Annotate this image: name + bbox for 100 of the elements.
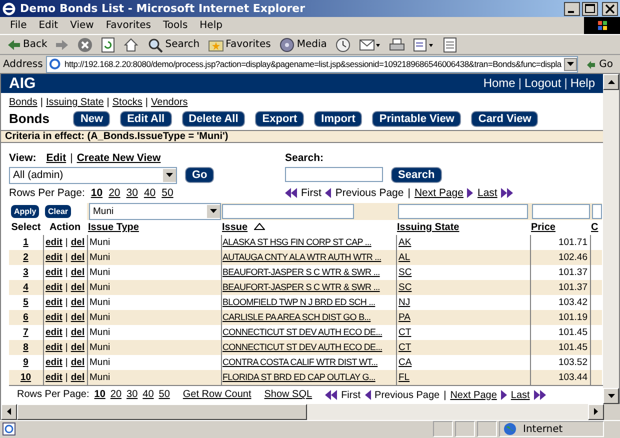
- up-arrow-icon[interactable]: [608, 80, 614, 84]
- column-header[interactable]: Issue: [222, 222, 248, 233]
- close-icon[interactable]: [602, 2, 618, 16]
- edit-link[interactable]: edit: [46, 296, 62, 308]
- action-button[interactable]: Edit All: [120, 110, 172, 127]
- clear-button[interactable]: Clear: [45, 204, 72, 218]
- delete-link[interactable]: del: [70, 312, 85, 323]
- double-right-arrow-icon[interactable]: [501, 188, 514, 198]
- edit-link[interactable]: edit: [46, 372, 62, 383]
- state-link[interactable]: CT: [398, 326, 412, 338]
- page-size-link[interactable]: 40: [144, 186, 156, 199]
- caret-icon[interactable]: [210, 209, 217, 214]
- refresh-icon[interactable]: [101, 36, 116, 53]
- column-header[interactable]: Issue Type: [88, 222, 139, 233]
- home-icon[interactable]: [123, 36, 140, 53]
- state-link[interactable]: SC: [398, 266, 412, 278]
- edit-link[interactable]: edit: [46, 356, 62, 368]
- issue-link[interactable]: BEAUFORT-JASPER S C WTR & SWR ...: [222, 267, 380, 278]
- delete-link[interactable]: del: [70, 296, 85, 308]
- page-size-link[interactable]: 50: [162, 186, 174, 199]
- view-link[interactable]: Create New View: [76, 152, 161, 164]
- action-button[interactable]: Printable View: [372, 110, 462, 127]
- toolbar-button[interactable]: Back: [4, 38, 50, 51]
- page-size-link[interactable]: 10: [94, 389, 106, 400]
- row-number-link[interactable]: 7: [23, 326, 28, 338]
- double-left-arrow-icon[interactable]: [325, 390, 338, 400]
- menu-item[interactable]: Favorites: [100, 20, 158, 32]
- action-button[interactable]: Import: [314, 110, 362, 127]
- toolbar-button[interactable]: Media: [276, 36, 330, 53]
- nav-link[interactable]: Issuing State: [46, 96, 104, 108]
- page-size-link[interactable]: 30: [126, 389, 138, 400]
- toolbar-button[interactable]: Search: [144, 36, 203, 53]
- left-arrow-icon[interactable]: [7, 408, 11, 416]
- delete-link[interactable]: del: [70, 252, 85, 263]
- action-button[interactable]: New: [73, 110, 110, 127]
- caret-icon[interactable]: [567, 62, 574, 66]
- filter-field[interactable]: [592, 204, 602, 219]
- menu-item[interactable]: Tools: [157, 20, 194, 32]
- page-size-link[interactable]: 10: [90, 186, 103, 199]
- page-size-link[interactable]: 40: [142, 389, 154, 400]
- view-link[interactable]: Edit: [46, 152, 66, 164]
- action-button[interactable]: Export: [255, 110, 304, 127]
- column-header[interactable]: C: [591, 222, 598, 233]
- row-number-link[interactable]: 9: [23, 356, 28, 368]
- issue-link[interactable]: ALASKA ST HSG FIN CORP ST CAP ...: [222, 237, 372, 248]
- apply-button[interactable]: Apply: [11, 204, 40, 218]
- edit-link[interactable]: edit: [46, 252, 62, 263]
- double-left-arrow-icon[interactable]: [285, 188, 297, 198]
- vertical-scrollbar[interactable]: [603, 74, 619, 404]
- footer-link[interactable]: Get Row Count: [182, 389, 252, 400]
- issue-filter-field[interactable]: [222, 204, 354, 219]
- state-link[interactable]: PA: [398, 312, 410, 323]
- page-icon[interactable]: [442, 36, 457, 53]
- row-number-link[interactable]: 8: [23, 342, 28, 353]
- nav-link[interactable]: Bonds: [9, 96, 38, 108]
- state-link[interactable]: CT: [398, 342, 412, 353]
- double-right-arrow-icon[interactable]: [534, 390, 546, 400]
- search-button[interactable]: Search: [391, 166, 442, 183]
- next-page-link[interactable]: Next Page: [414, 186, 464, 199]
- issue-link[interactable]: CONTRA COSTA CALIF WTR DIST WT...: [222, 357, 378, 368]
- go-button[interactable]: Go: [581, 58, 617, 70]
- right-arrow-icon[interactable]: [467, 188, 474, 198]
- page-size-link[interactable]: 20: [110, 389, 122, 400]
- row-number-link[interactable]: 1: [23, 236, 28, 248]
- delete-link[interactable]: del: [70, 342, 85, 353]
- action-button[interactable]: Card View: [471, 110, 538, 127]
- delete-link[interactable]: del: [70, 372, 85, 383]
- edit-link[interactable]: edit: [46, 266, 62, 278]
- delete-link[interactable]: del: [70, 356, 85, 368]
- price-filter-field[interactable]: [532, 204, 590, 219]
- go-button[interactable]: Go: [185, 167, 214, 184]
- header-link[interactable]: Help: [570, 76, 595, 90]
- menu-item[interactable]: Help: [194, 20, 228, 32]
- address-field[interactable]: http://192.168.2.20:8080/demo/process.jsp?action=display&pagename=list.jsp&sessionid=1092189686546006438&tran=Bonds&func=displa: [46, 56, 578, 73]
- document-icon[interactable]: [412, 38, 435, 52]
- right-arrow-icon[interactable]: [594, 408, 598, 416]
- next-page-link[interactable]: Next Page: [450, 390, 497, 401]
- column-header[interactable]: Price: [531, 222, 556, 233]
- footer-link[interactable]: Show SQL: [264, 389, 312, 400]
- nav-link[interactable]: Vendors: [151, 96, 188, 108]
- nav-link[interactable]: Stocks: [112, 96, 142, 108]
- page-size-link[interactable]: 20: [108, 186, 120, 199]
- right-arrow-icon[interactable]: [500, 390, 507, 400]
- delete-link[interactable]: del: [70, 282, 85, 293]
- column-header[interactable]: Issuing State: [397, 222, 460, 233]
- action-button[interactable]: Delete All: [182, 110, 246, 127]
- row-number-link[interactable]: 3: [23, 266, 28, 278]
- toolbar-button[interactable]: Favorites: [204, 38, 274, 52]
- horizontal-scrollbar[interactable]: [0, 404, 620, 420]
- state-link[interactable]: FL: [398, 372, 410, 383]
- stop-icon[interactable]: [77, 36, 94, 53]
- issue-type-filter[interactable]: Muni: [89, 202, 221, 220]
- header-link[interactable]: Logout: [524, 76, 562, 90]
- menu-item[interactable]: Edit: [32, 20, 64, 32]
- row-number-link[interactable]: 5: [23, 296, 28, 308]
- last-page-link[interactable]: Last: [510, 390, 530, 401]
- state-link[interactable]: AL: [398, 252, 410, 263]
- header-link[interactable]: Home: [483, 76, 516, 90]
- state-filter-field[interactable]: [398, 204, 528, 219]
- mail-icon[interactable]: [358, 38, 381, 52]
